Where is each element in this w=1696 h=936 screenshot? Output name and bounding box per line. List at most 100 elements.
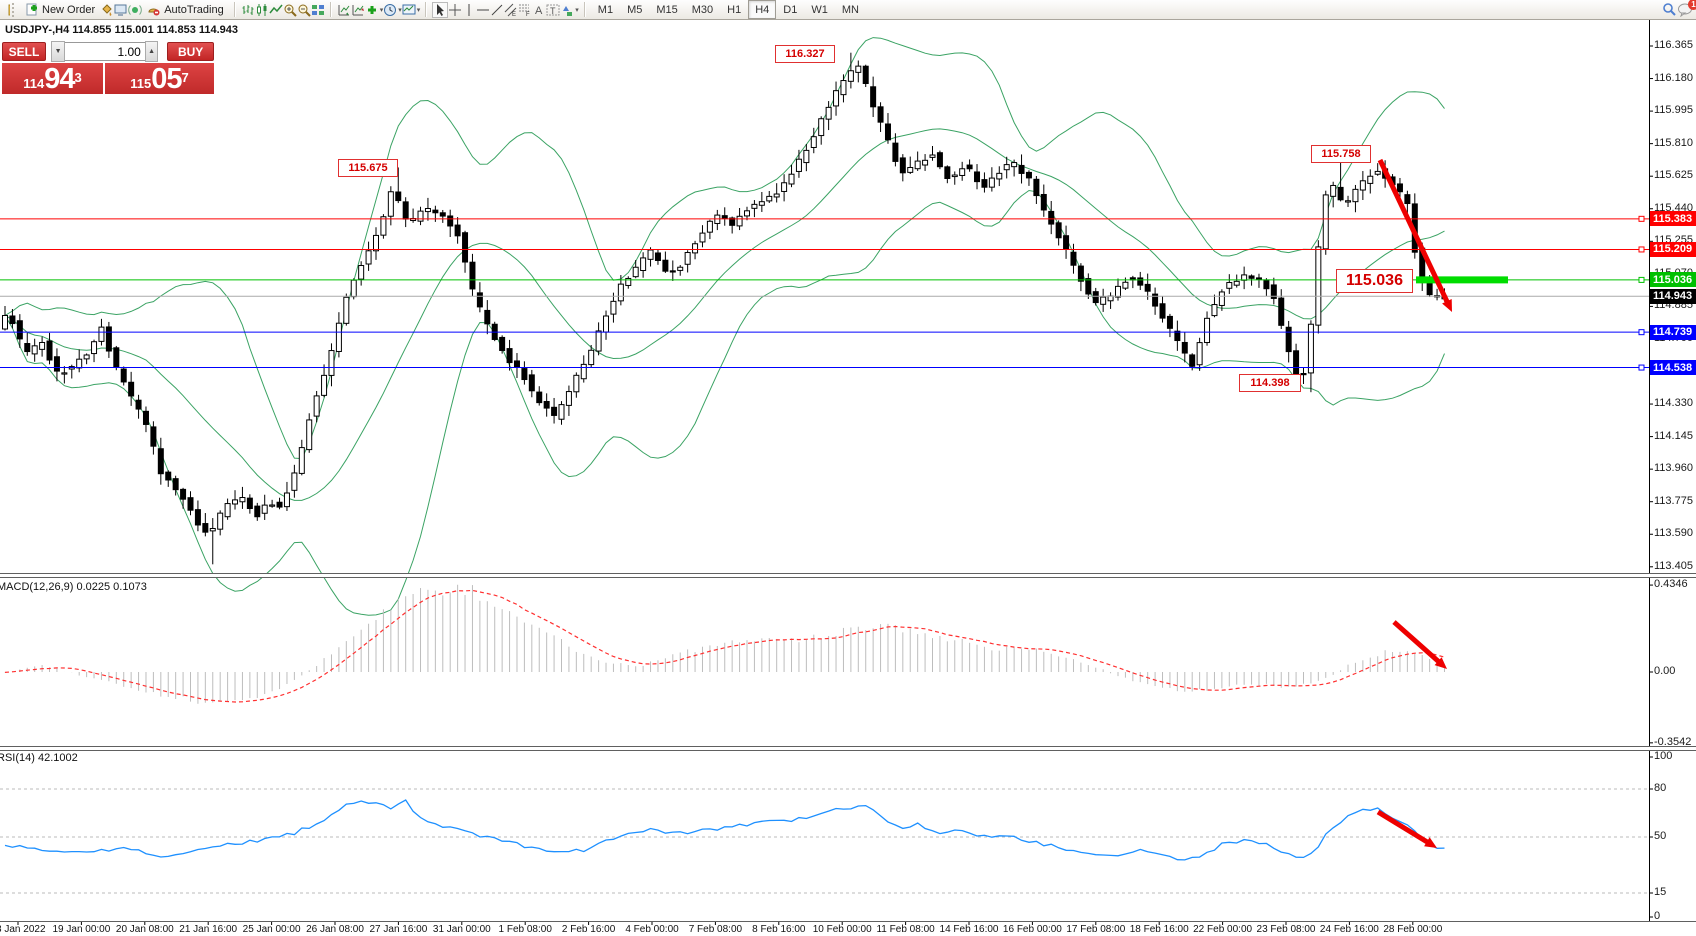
candle-chart-icon[interactable] [255,3,269,17]
shapes-icon[interactable] [560,3,574,17]
bar-chart-icon[interactable] [241,3,255,17]
shapes-caret[interactable]: ▾ [575,6,579,14]
profile-prev-icon[interactable] [337,3,351,17]
candle-bear [470,262,475,289]
price-tick-label: 113.960 [1654,462,1693,474]
candle-bear [247,498,252,508]
time-axis-label: 22 Feb 00:00 [1193,924,1252,935]
candle-bear [403,202,408,219]
template-caret[interactable]: ▾ [417,6,421,14]
signal-icon[interactable] [128,3,142,17]
timeframe-button-h1[interactable]: H1 [720,0,748,19]
candle-bull [611,301,616,314]
crosshair-icon[interactable] [448,3,462,17]
price-annotation-label[interactable]: 115.036 [1336,269,1413,293]
zoom-out-icon[interactable] [297,3,311,17]
period-clock-icon[interactable] [383,3,397,17]
timeframe-button-d1[interactable]: D1 [776,0,804,19]
text-icon[interactable]: A [532,3,546,17]
volume-decrease-button[interactable]: ▼ [51,41,65,62]
candle-bear [514,361,519,367]
candle-bull [834,91,839,106]
cursor-icon[interactable] [432,2,448,18]
price-tick-label: 115.810 [1654,137,1693,149]
candle-bear [529,375,534,391]
candle-bear [114,348,119,367]
bucket-icon[interactable] [100,3,114,17]
autotrading-button[interactable]: AutoTrading [142,0,229,19]
one-click-trade-widget: SELL ▼ ▲ BUY 114 94 3 115 05 7 [2,41,214,94]
buy-price-display[interactable]: 115 05 7 [105,63,214,94]
sell-button[interactable]: SELL [2,42,46,61]
price-annotation-label[interactable]: 115.675 [338,159,398,177]
price-annotation-label[interactable]: 116.327 [775,45,835,63]
panel-divider-rsi[interactable] [0,746,1696,751]
template-icon[interactable] [402,3,416,17]
time-axis-label: 26 Jan 08:00 [306,924,364,935]
panel-divider-macd[interactable] [0,573,1696,578]
candle-bear [544,401,549,408]
svg-text:A: A [535,5,543,17]
new-order-icon [25,3,39,17]
price-annotation-label[interactable]: 114.398 [1239,374,1301,392]
chart-canvas[interactable] [0,0,1696,936]
vertical-line-icon[interactable] [462,3,476,17]
buy-price-sup: 7 [182,63,189,93]
timeframe-button-m1[interactable]: M1 [591,0,620,19]
candle-bear [1167,316,1172,328]
time-axis-label: 8 Feb 16:00 [752,924,805,935]
toolbar-edge-icon[interactable] [3,3,10,17]
candle-bear [1026,172,1031,177]
toolbar-group-timeframes: M1M5M15M30H1H4D1W1MN [588,0,869,19]
new-order-button[interactable]: New Order [20,0,100,19]
line-chart-icon[interactable] [269,3,283,17]
channel-icon[interactable]: E [504,3,518,17]
add-indicator-icon[interactable] [365,3,379,17]
buy-button[interactable]: BUY [167,42,214,61]
candle-bull [604,316,609,332]
candle-bull [1004,165,1009,170]
candle-bull [782,183,787,192]
candle-bull [336,323,341,351]
toolbar-drag-handle[interactable] [12,3,18,17]
candle-bear [878,107,883,122]
chat-balloon-icon[interactable]: 1 [1676,3,1694,17]
timeframe-button-m30[interactable]: M30 [685,0,720,19]
candle-bear [1256,278,1261,279]
timeframe-button-h4[interactable]: H4 [748,0,776,19]
candle-bear [655,253,660,260]
candle-bull [84,355,89,359]
horizontal-line-icon[interactable] [476,3,490,17]
rsi-scale-label: 15 [1654,886,1666,898]
search-icon[interactable] [1662,3,1676,17]
sell-price-small: 114 [23,74,44,93]
volume-increase-button[interactable]: ▲ [145,41,159,62]
candle-bear [522,369,527,380]
candle-bear [106,327,111,351]
tile-windows-icon[interactable] [311,3,325,17]
price-annotation-label[interactable]: 115.758 [1311,145,1371,163]
timeframe-button-m15[interactable]: M15 [649,0,684,19]
timeframe-button-m5[interactable]: M5 [620,0,649,19]
price-tick-label: 113.590 [1654,527,1693,539]
zoom-in-icon[interactable] [283,3,297,17]
toolbar-group-drawing: E F A T ▾ [429,0,582,19]
trendline-icon[interactable] [490,3,504,17]
text-label-icon[interactable]: T [546,3,560,17]
candle-bull [574,375,579,391]
level-price-box: 114.739 [1650,325,1696,340]
toolbar-separator [234,2,236,17]
time-axis-label: 18 Jan 2022 [0,924,46,935]
timeframe-button-w1[interactable]: W1 [804,0,835,19]
profile-next-icon[interactable] [351,3,365,17]
candle-bear [121,369,126,382]
volume-input[interactable] [65,42,145,61]
candle-bull [292,473,297,490]
terminal-icon[interactable] [114,3,128,17]
candle-bear [1397,184,1402,192]
candle-bull [374,235,379,250]
timeframe-button-mn[interactable]: MN [835,0,866,19]
sell-price-display[interactable]: 114 94 3 [2,63,103,94]
candle-bull [218,513,223,529]
fibonacci-icon[interactable]: F [518,3,532,17]
